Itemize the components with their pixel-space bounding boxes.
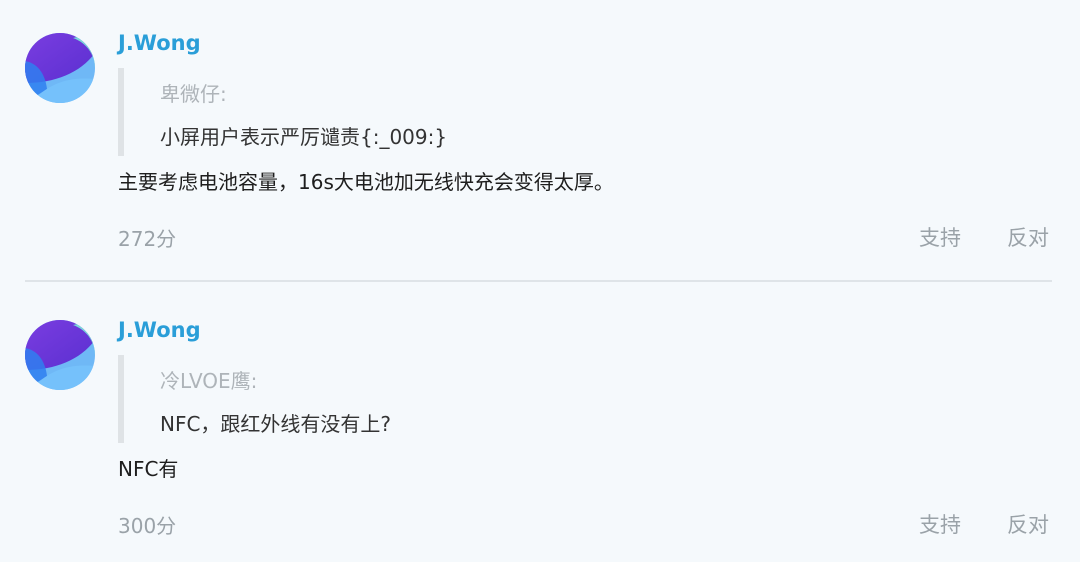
comment-item: J.Wong 冷LVOE鹰: NFC，跟红外线有没有上? NFC有 300分 支… xyxy=(0,287,1080,562)
username[interactable]: J.Wong xyxy=(118,318,201,342)
username[interactable]: J.Wong xyxy=(118,31,201,55)
quote-author: 卑微仔: xyxy=(160,82,227,106)
oppose-button[interactable]: 反对 xyxy=(1007,509,1049,539)
score: 300分 xyxy=(118,514,177,538)
avatar[interactable] xyxy=(25,33,95,103)
score: 272分 xyxy=(118,227,177,251)
quote-block: 卑微仔: 小屏用户表示严厉谴责{:_009:} xyxy=(118,68,447,156)
gradient-avatar-icon xyxy=(25,33,95,103)
quote-author: 冷LVOE鹰: xyxy=(160,369,258,393)
divider xyxy=(25,280,1052,282)
oppose-button[interactable]: 反对 xyxy=(1007,222,1049,252)
quote-text: NFC，跟红外线有没有上? xyxy=(160,412,392,436)
avatar[interactable] xyxy=(25,320,95,390)
support-button[interactable]: 支持 xyxy=(919,509,961,539)
comment-item: J.Wong 卑微仔: 小屏用户表示严厉谴责{:_009:} 主要考虑电池容量，… xyxy=(0,0,1080,280)
quote-block: 冷LVOE鹰: NFC，跟红外线有没有上? xyxy=(118,355,391,443)
gradient-avatar-icon xyxy=(25,320,95,390)
comment-text: 主要考虑电池容量，16s大电池加无线快充会变得太厚。 xyxy=(118,170,614,194)
comment-text: NFC有 xyxy=(118,457,179,481)
support-button[interactable]: 支持 xyxy=(919,222,961,252)
quote-text: 小屏用户表示严厉谴责{:_009:} xyxy=(160,125,448,149)
